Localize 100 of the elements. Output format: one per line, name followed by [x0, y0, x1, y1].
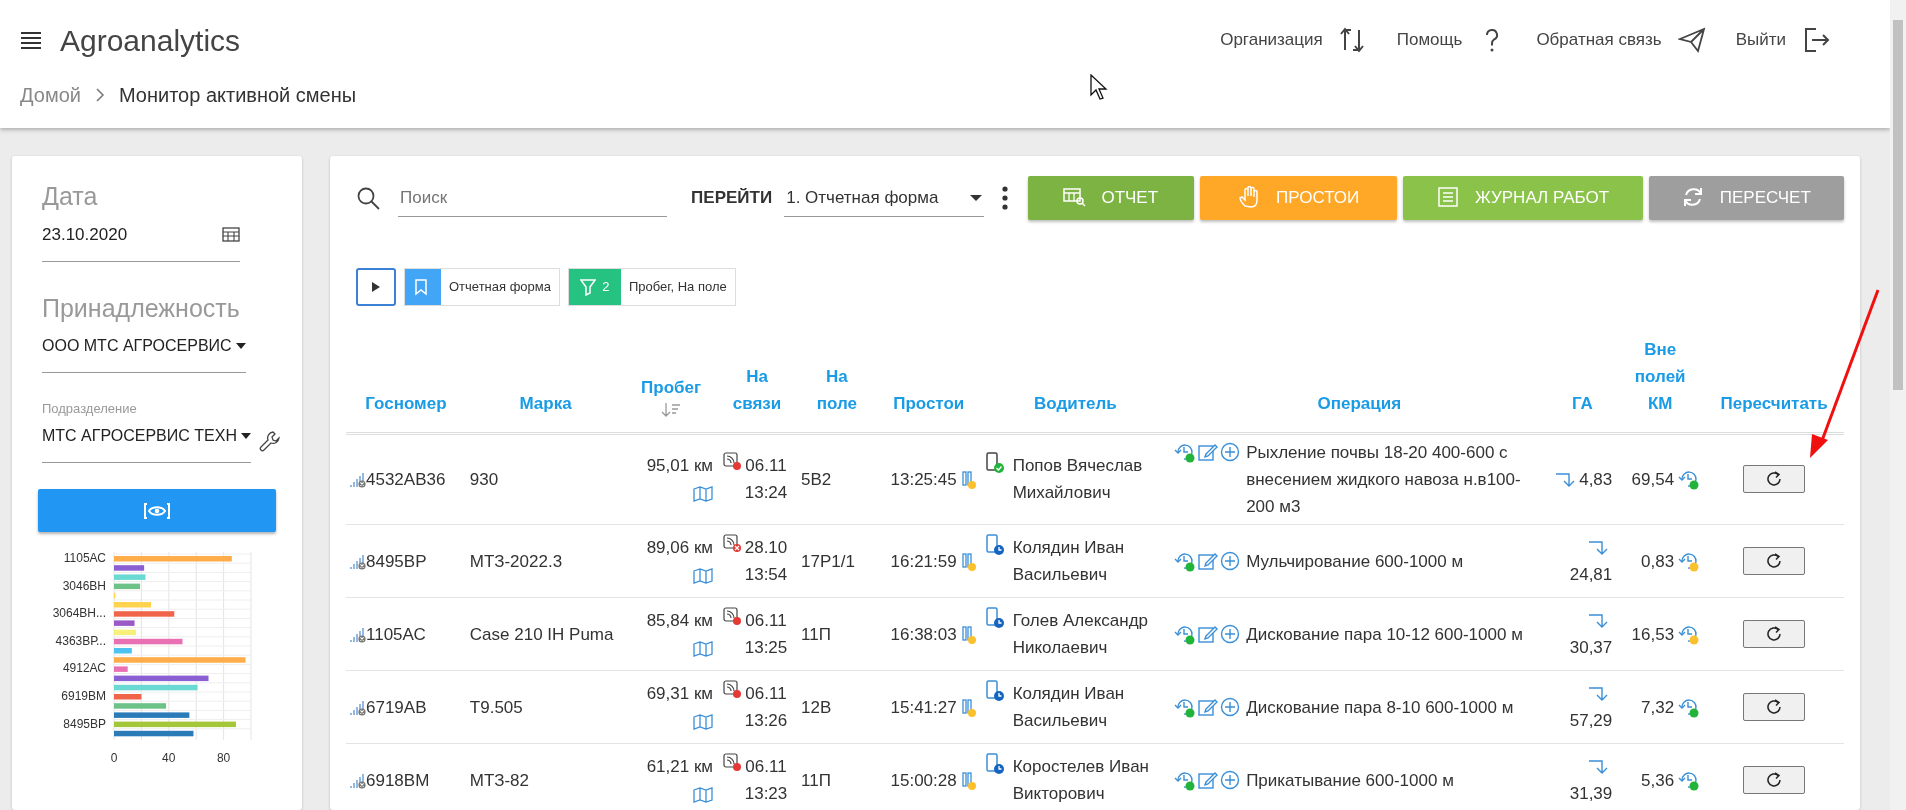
turn-arrow-icon: [1588, 540, 1609, 557]
refresh-icon: [1766, 471, 1783, 488]
history-check-icon[interactable]: [1174, 550, 1197, 573]
kebab-menu-icon[interactable]: [1001, 186, 1008, 210]
select-field[interactable]: 1. Отчетная форма: [784, 178, 984, 218]
date-field[interactable]: 23.10.2020: [42, 215, 240, 262]
hectares-value: 24,81: [1569, 565, 1613, 585]
caret-icon: [240, 431, 251, 441]
column-header[interactable]: Госномер: [346, 332, 466, 434]
add-circle-icon[interactable]: [1220, 441, 1241, 462]
nav-link[interactable]: Выйти: [1735, 26, 1830, 54]
rss-alert-icon: [722, 679, 741, 698]
idle-time: 15:00:28: [890, 770, 957, 790]
column-header[interactable]: Простои: [876, 332, 981, 434]
breadcrumb-link[interactable]: Домой: [20, 80, 81, 110]
toolbar-button[interactable]: ПРОСТОИ: [1200, 176, 1398, 220]
map-icon[interactable]: [693, 786, 713, 803]
recalculate-button[interactable]: [1743, 465, 1806, 494]
table-cell: МТЗ-2022.3: [465, 524, 626, 598]
refresh-icon: [1766, 626, 1783, 643]
column-header[interactable]: На связи: [717, 332, 797, 434]
nav-link[interactable]: Обратная связь: [1536, 26, 1706, 54]
history-status-icon: [1678, 770, 1701, 793]
recalculate-button[interactable]: [1743, 693, 1806, 722]
driver-name: Коростелев Иван Викторович: [1012, 755, 1150, 806]
chart-bar: [114, 703, 167, 709]
breadcrumb-current: Монитор активной смены: [118, 83, 357, 108]
chart-bar: [114, 611, 175, 617]
off-field-km: 16,53: [1631, 624, 1675, 644]
chart-bar: [114, 666, 128, 672]
toolbar-button[interactable]: ПЕРЕСЧЕТ: [1648, 176, 1844, 220]
column-header[interactable]: Водитель: [980, 332, 1171, 434]
history-check-icon[interactable]: [1174, 769, 1197, 792]
map-icon[interactable]: [693, 485, 713, 502]
operation-name: Мульчирование 600-1000 м: [1246, 550, 1464, 573]
rss-alert-icon: [722, 452, 741, 471]
add-circle-icon[interactable]: [1220, 696, 1241, 717]
column-header[interactable]: На поле: [797, 332, 877, 434]
paper-plane-icon: [1677, 26, 1706, 54]
scrollbar[interactable]: [1890, 0, 1906, 810]
map-icon[interactable]: [693, 640, 713, 657]
column-header[interactable]: Пересчитать: [1704, 332, 1844, 434]
nav-link[interactable]: Помощь: [1396, 26, 1507, 54]
chart-bar: [114, 620, 135, 626]
hectares-value: 4,83: [1579, 469, 1613, 489]
wrench-icon[interactable]: [258, 429, 281, 452]
eye-icon: [144, 502, 170, 521]
chart-bar: [114, 583, 141, 590]
add-circle-icon[interactable]: [1220, 769, 1241, 790]
filter-chip[interactable]: 2 Пробег, На поле: [568, 268, 736, 306]
column-header[interactable]: Пробег: [625, 332, 717, 434]
phone-clock-icon: [984, 752, 1005, 775]
column-header[interactable]: Операция: [1170, 332, 1549, 434]
table-cell: 17Р1/1: [797, 524, 877, 598]
recalculate-button[interactable]: [1743, 620, 1806, 649]
field-label: Принадлежность: [42, 293, 241, 324]
last-seen-time: 06.11 13:24: [743, 455, 789, 505]
select-field[interactable]: МТС АГРОСЕРВИС ТЕХН: [42, 418, 251, 463]
add-circle-icon[interactable]: [1220, 623, 1241, 644]
sort-descending-icon[interactable]: [661, 401, 682, 418]
add-circle-icon[interactable]: [1220, 550, 1241, 571]
hectares-value: 30,37: [1569, 638, 1613, 658]
history-status-icon: [1678, 697, 1701, 720]
pause-warning-icon: [960, 470, 977, 491]
axis-label: 3064ВН...: [52, 606, 106, 621]
play-button[interactable]: [356, 268, 396, 306]
refresh-icon: [1766, 699, 1783, 716]
swap-arrows-icon: [1338, 26, 1367, 54]
recalculate-button[interactable]: [1743, 766, 1806, 795]
chip-label: Пробег, На поле: [628, 278, 728, 297]
history-check-icon[interactable]: [1174, 441, 1197, 464]
tick-label: 0: [110, 751, 118, 765]
driver-name: Колядин Иван Васильевич: [1012, 682, 1126, 733]
last-seen-time: 28.10 13:54: [743, 536, 789, 587]
tick-label: 40: [162, 751, 176, 765]
phone-clock-icon: [984, 606, 1005, 629]
column-header[interactable]: Марка: [465, 332, 626, 434]
caret-icon: [969, 193, 982, 202]
nav-link[interactable]: Организация: [1220, 26, 1367, 54]
select-field[interactable]: ООО МТС АГРОСЕРВИС: [42, 327, 246, 373]
map-icon[interactable]: [693, 713, 713, 730]
table-cell: T9.505: [465, 670, 626, 744]
toolbar-button[interactable]: ОТЧЕТ: [1027, 176, 1194, 220]
axis-label: 3046ВН: [62, 578, 106, 593]
last-seen-time: 06.11 13:26: [743, 682, 789, 733]
filter-chip[interactable]: Отчетная форма: [404, 268, 560, 306]
off-field-km: 7,32: [1641, 697, 1675, 717]
history-check-icon[interactable]: [1174, 623, 1197, 646]
menu-icon[interactable]: [20, 31, 42, 49]
map-icon[interactable]: [693, 567, 713, 584]
driver-name: Попов Вячеслав Михайлович: [1012, 455, 1144, 505]
hectares-value: 57,29: [1569, 711, 1613, 731]
column-header[interactable]: ГА: [1548, 332, 1617, 434]
toolbar-button[interactable]: ЖУРНАЛ РАБОТ: [1403, 176, 1643, 220]
idle-time: 15:41:27: [890, 697, 957, 717]
column-header[interactable]: Вне полей КМ: [1616, 332, 1705, 434]
recalculate-button[interactable]: [1743, 547, 1806, 576]
idle-time: 16:38:03: [890, 624, 957, 644]
history-check-icon[interactable]: [1174, 696, 1197, 719]
idle-time: 16:21:59: [890, 551, 957, 571]
